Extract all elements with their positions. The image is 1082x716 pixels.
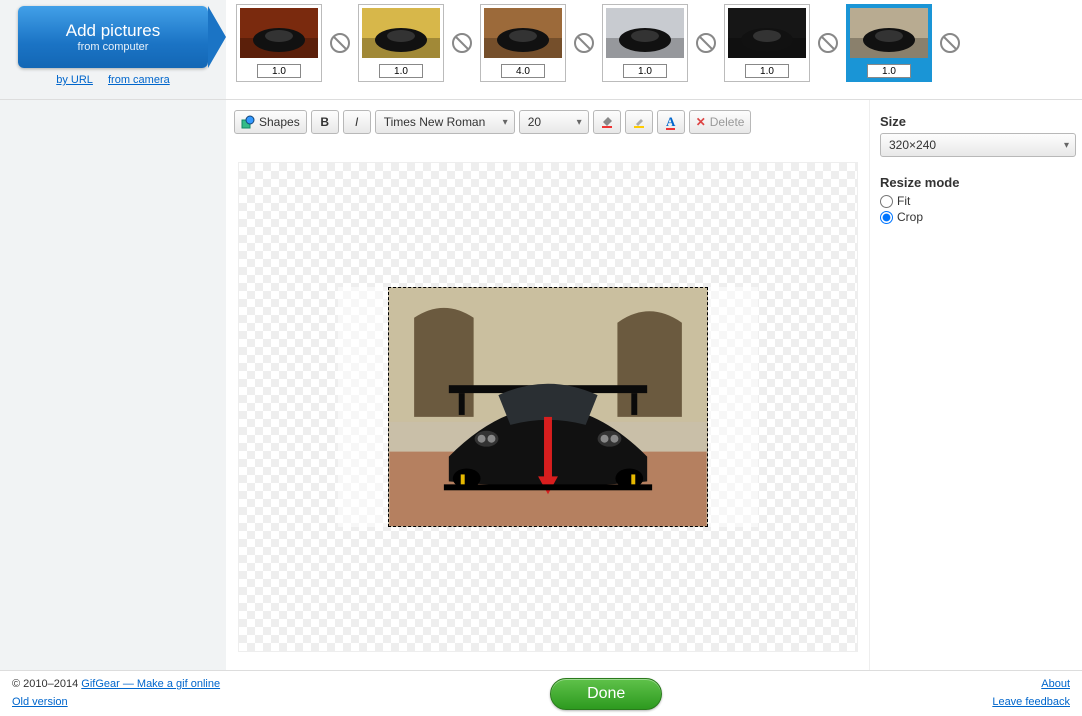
paint-bucket-icon <box>600 115 614 129</box>
done-button[interactable]: Done <box>550 678 662 710</box>
thumbnail-duration[interactable]: 1.0 <box>745 64 789 78</box>
toolbar: Shapes B I Times New Roman 20 A ✕ Dele <box>226 100 869 144</box>
thumbnail-duration[interactable]: 1.0 <box>623 64 667 78</box>
thumbnail-image <box>240 8 318 58</box>
fontsize-select[interactable]: 20 <box>519 110 589 134</box>
italic-button[interactable]: I <box>343 110 371 134</box>
remove-frame-icon[interactable] <box>818 33 838 53</box>
delete-label: Delete <box>710 115 745 129</box>
add-pictures-subtitle: from computer <box>78 41 149 53</box>
thumbnail-frame-4[interactable]: 1.0 <box>602 4 688 82</box>
shapes-button[interactable]: Shapes <box>234 110 307 134</box>
resize-crop-option[interactable]: Crop <box>880 210 1072 224</box>
canvas[interactable] <box>238 162 858 652</box>
delete-x-icon: ✕ <box>696 115 706 129</box>
delete-button[interactable]: ✕ Delete <box>689 110 752 134</box>
thumbnail-frame-5[interactable]: 1.0 <box>724 4 810 82</box>
thumbnail-duration[interactable]: 1.0 <box>867 64 911 78</box>
size-select[interactable]: 320×240 <box>880 133 1076 157</box>
highlight-color-button[interactable] <box>625 110 653 134</box>
remove-frame-icon[interactable] <box>696 33 716 53</box>
font-select[interactable]: Times New Roman <box>375 110 515 134</box>
thumbnail-strip: 1.0 1.0 4.0 1.0 1.0 1.0 <box>226 0 1082 99</box>
crop-frame[interactable] <box>388 287 708 527</box>
thumbnail-image <box>850 8 928 58</box>
brand-link[interactable]: GifGear — Make a gif online <box>81 678 220 690</box>
thumbnail-image <box>728 8 806 58</box>
resize-heading: Resize mode <box>880 175 1072 190</box>
resize-fit-option[interactable]: Fit <box>880 194 1072 208</box>
add-pictures-title: Add pictures <box>66 21 161 41</box>
size-heading: Size <box>880 114 1072 129</box>
thumbnail-duration[interactable]: 1.0 <box>379 64 423 78</box>
resize-fit-radio[interactable] <box>880 195 893 208</box>
add-pictures-button[interactable]: Add pictures from computer <box>18 6 208 68</box>
thumbnail-duration[interactable]: 4.0 <box>501 64 545 78</box>
feedback-link[interactable]: Leave feedback <box>992 696 1070 708</box>
remove-frame-icon[interactable] <box>330 33 350 53</box>
thumbnail-duration[interactable]: 1.0 <box>257 64 301 78</box>
text-color-button[interactable]: A <box>657 110 685 134</box>
shapes-label: Shapes <box>259 115 300 129</box>
thumbnail-frame-1[interactable]: 1.0 <box>236 4 322 82</box>
by-url-link[interactable]: by URL <box>56 74 93 86</box>
remove-frame-icon[interactable] <box>574 33 594 53</box>
preview-image <box>389 288 707 526</box>
thumbnail-frame-2[interactable]: 1.0 <box>358 4 444 82</box>
fill-color-button[interactable] <box>593 110 621 134</box>
marker-icon <box>632 115 646 129</box>
thumbnail-frame-3[interactable]: 4.0 <box>480 4 566 82</box>
thumbnail-frame-6[interactable]: 1.0 <box>846 4 932 82</box>
bold-button[interactable]: B <box>311 110 339 134</box>
thumbnail-image <box>484 8 562 58</box>
thumbnail-image <box>362 8 440 58</box>
remove-frame-icon[interactable] <box>940 33 960 53</box>
image-stage[interactable] <box>338 287 758 527</box>
sidebar-left <box>0 100 226 670</box>
remove-frame-icon[interactable] <box>452 33 472 53</box>
thumbnail-image <box>606 8 684 58</box>
about-link[interactable]: About <box>1041 678 1070 690</box>
from-camera-link[interactable]: from camera <box>108 74 170 86</box>
resize-crop-radio[interactable] <box>880 211 893 224</box>
copyright-text: © 2010–2014 <box>12 678 81 690</box>
old-version-link[interactable]: Old version <box>12 696 68 708</box>
text-color-icon: A <box>666 115 675 130</box>
